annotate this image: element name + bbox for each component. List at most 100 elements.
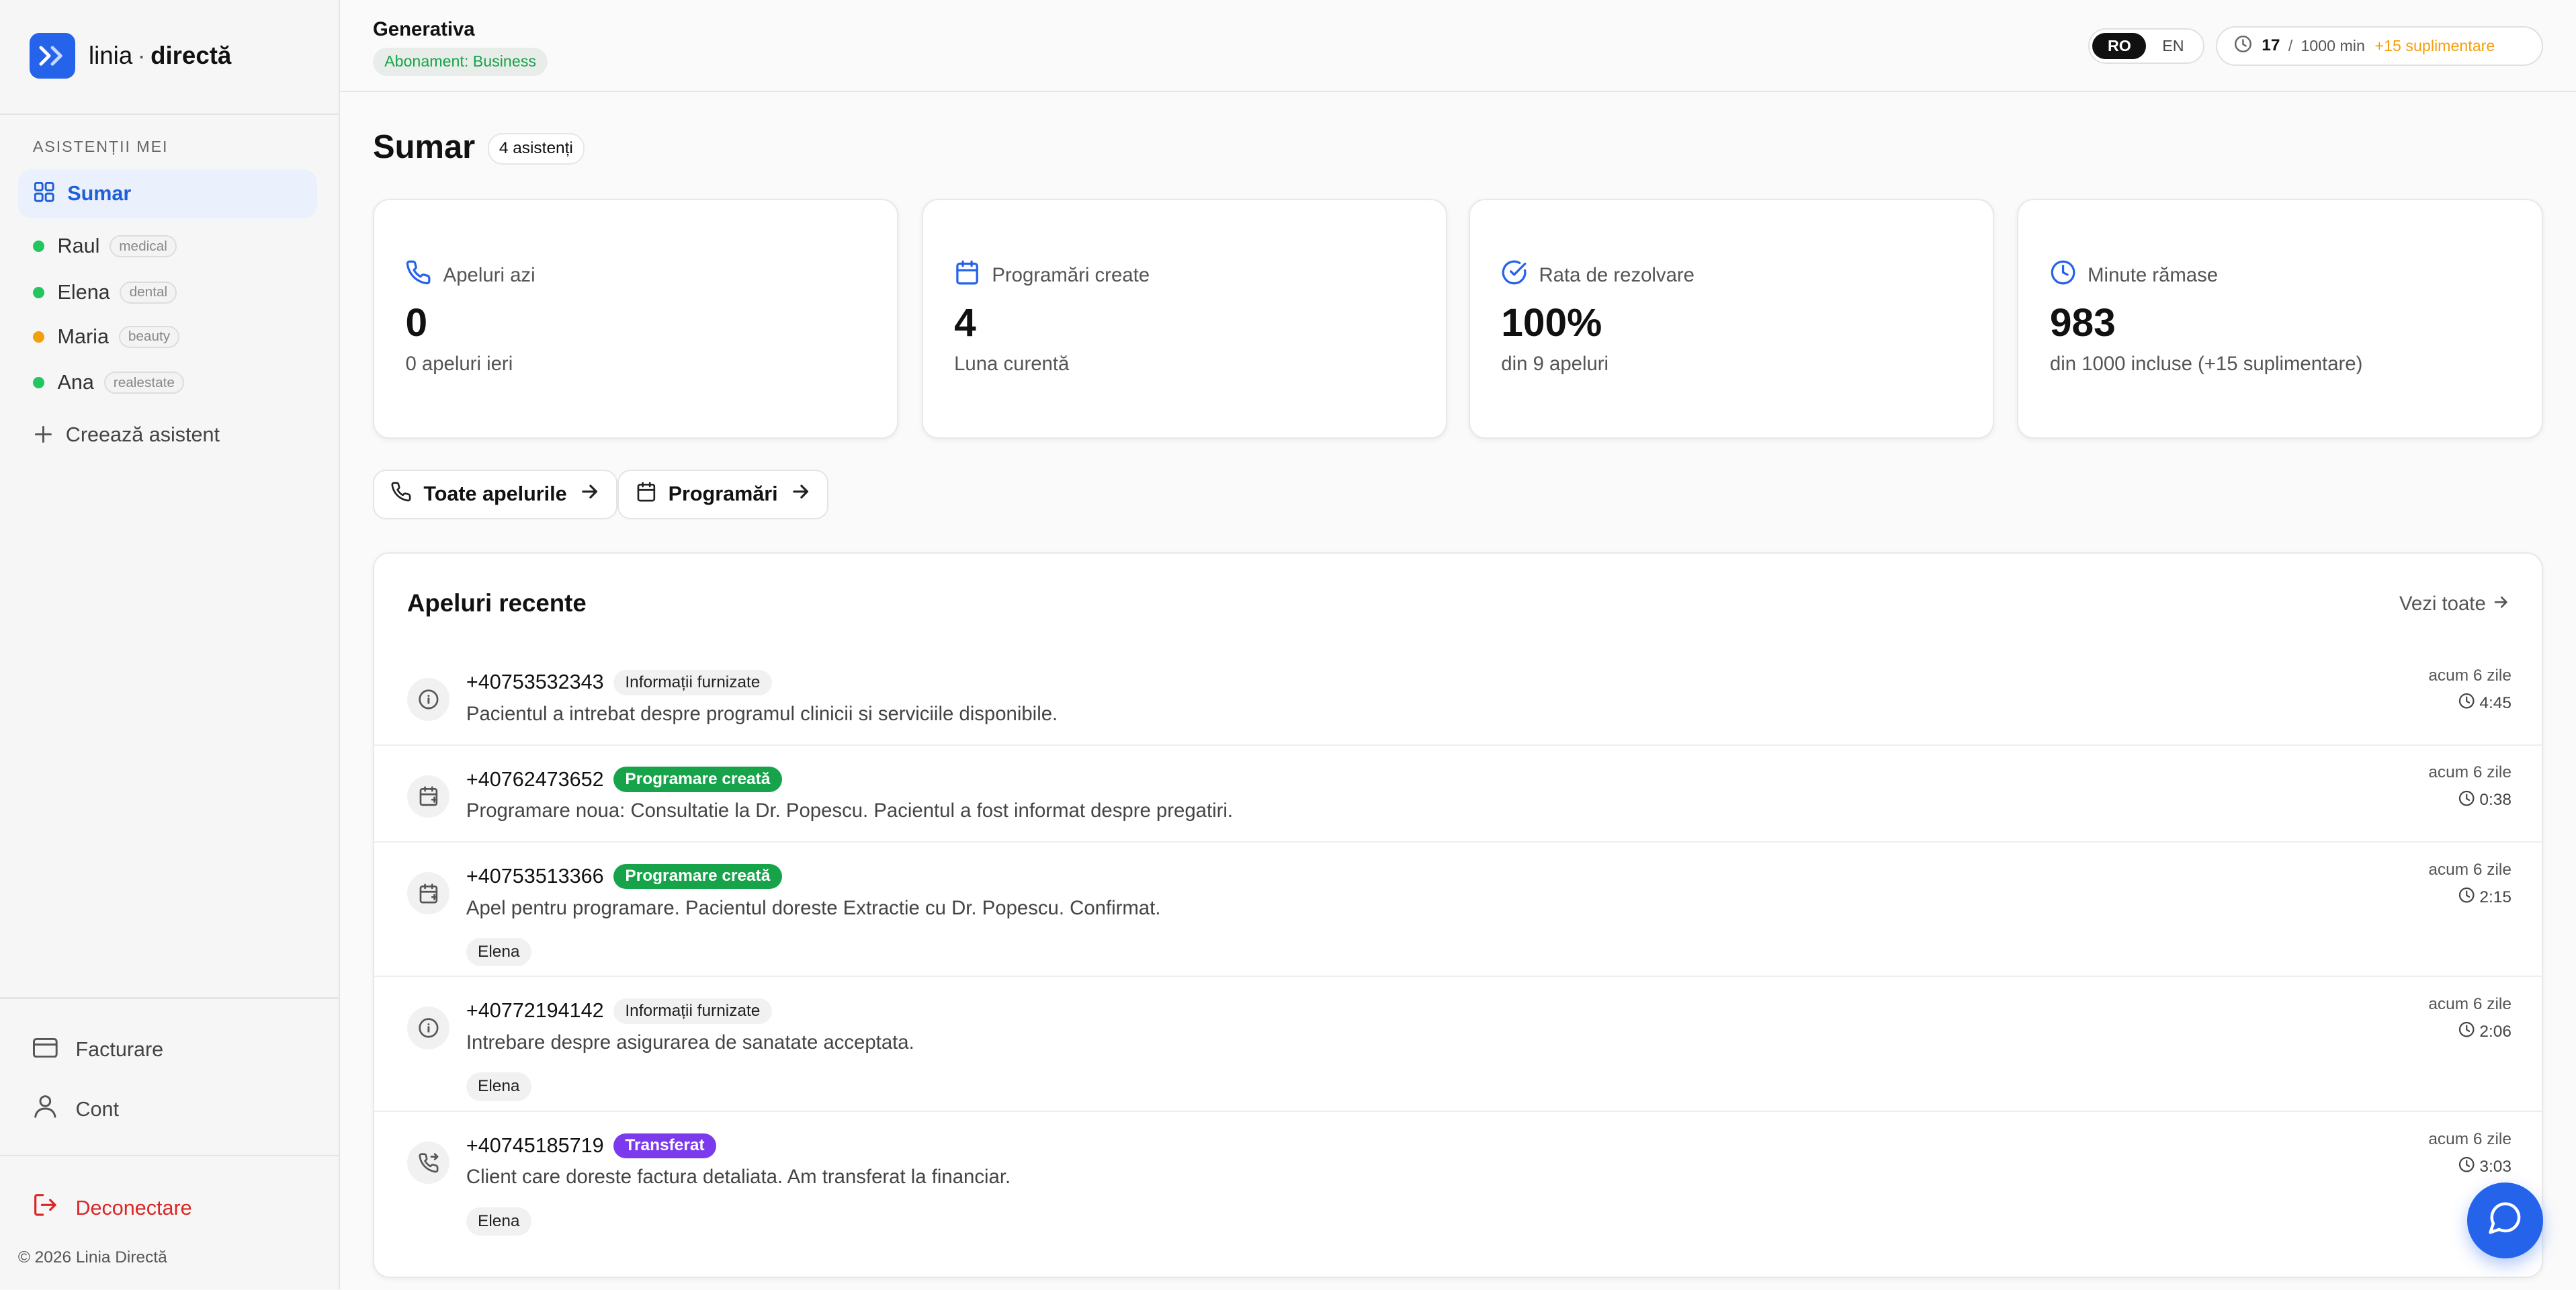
call-phone-number: +40745185719 xyxy=(466,1133,604,1157)
appointments-button[interactable]: Programări xyxy=(617,470,828,519)
billing-label: Facturare xyxy=(75,1037,164,1061)
sidebar-item-raul[interactable]: Raul medical xyxy=(32,233,177,259)
calendar-plus-icon xyxy=(406,775,450,818)
sidebar-item-ana[interactable]: Ana realestate xyxy=(32,370,185,396)
brand[interactable]: linia · directă xyxy=(30,32,231,79)
status-dot xyxy=(32,241,44,253)
call-duration-value: 3:03 xyxy=(2479,1157,2511,1176)
see-all-link[interactable]: Vezi toate xyxy=(2399,593,2509,615)
sidebar-item-sumar[interactable]: Sumar xyxy=(17,169,317,219)
chat-button[interactable] xyxy=(2467,1182,2543,1258)
assistant-tag: medical xyxy=(110,235,177,258)
phone-forward-icon xyxy=(406,1141,450,1185)
call-status-badge: Informații furnizate xyxy=(613,998,772,1024)
sidebar-item-billing[interactable]: Facturare xyxy=(32,1035,164,1064)
sidebar-item-label: Sumar xyxy=(67,182,132,205)
call-row[interactable]: +40762473652 Programare creată Programar… xyxy=(374,755,2542,843)
sidebar-item-maria[interactable]: Maria beauty xyxy=(32,324,180,350)
call-assistant-badge: Elena xyxy=(466,1207,531,1236)
language-toggle: RO EN xyxy=(2088,28,2205,64)
sidebar: linia · directă ASISTENȚII MEI Sumar Raul … xyxy=(0,0,341,1290)
status-dot xyxy=(32,331,44,343)
call-description: Intrebare despre asigurarea de sanatate … xyxy=(466,1031,914,1054)
info-icon xyxy=(406,678,450,721)
stat-subtext: din 9 apeluri xyxy=(1501,353,1609,376)
recent-calls-panel: Apeluri recente Vezi toate +40753532343 … xyxy=(373,552,2543,1279)
calendar-icon xyxy=(636,481,657,508)
stat-label: Minute rămase xyxy=(2088,264,2219,287)
lang-ro-button[interactable]: RO xyxy=(2092,32,2147,59)
clock-icon xyxy=(2050,259,2076,292)
stat-subtext: 0 apeluri ieri xyxy=(405,353,513,376)
call-time: acum 6 zile xyxy=(2428,1129,2511,1148)
minutes-extra: +15 suplimentare xyxy=(2374,36,2495,54)
call-row[interactable]: +40745185719 Transferat Client care dore… xyxy=(374,1121,2542,1246)
arrow-right-icon xyxy=(791,482,810,507)
minutes-usage-pill[interactable]: 17 / 1000 min +15 suplimentare xyxy=(2216,26,2543,66)
call-phone-number: +40762473652 xyxy=(466,767,604,791)
call-status-badge: Programare creată xyxy=(613,863,782,890)
call-description: Client care doreste factura detaliata. A… xyxy=(466,1166,1011,1189)
recent-calls-title: Apeluri recente xyxy=(406,589,587,617)
call-duration: 2:15 xyxy=(2458,887,2511,908)
page-title: Sumar xyxy=(373,128,476,165)
call-phone-number: +40753513366 xyxy=(466,864,604,888)
see-all-label: Vezi toate xyxy=(2399,593,2486,615)
lang-en-button[interactable]: EN xyxy=(2146,33,2200,59)
arrow-right-icon xyxy=(580,482,599,507)
call-description: Apel pentru programare. Pacientul dorest… xyxy=(466,896,1161,919)
call-row[interactable]: +40753513366 Programare creată Apel pent… xyxy=(374,853,2542,978)
stat-label: Apeluri azi xyxy=(443,264,535,287)
calendar-icon xyxy=(954,259,980,292)
call-time: acum 6 zile xyxy=(2428,763,2511,782)
credit-card-icon xyxy=(32,1035,58,1064)
assistant-tag: beauty xyxy=(118,325,180,348)
clock-icon xyxy=(2458,790,2475,811)
sidebar-item-account[interactable]: Cont xyxy=(33,1094,119,1125)
call-duration-value: 4:45 xyxy=(2479,694,2511,713)
minutes-used: 17 xyxy=(2262,36,2280,55)
stat-subtext: din 1000 incluse (+15 suplimentare) xyxy=(2049,353,2363,376)
stat-subtext: Luna curentă xyxy=(954,353,1070,376)
stat-value: 983 xyxy=(2049,300,2116,345)
all-calls-button[interactable]: Toate apelurile xyxy=(373,470,617,519)
assistant-name: Raul xyxy=(57,234,100,258)
stat-card-calls-today: Apeluri azi 0 0 apeluri ieri xyxy=(373,198,899,439)
call-row[interactable]: +40772194142 Informații furnizate Intreb… xyxy=(374,987,2542,1112)
call-time: acum 6 zile xyxy=(2428,860,2511,879)
logout-icon xyxy=(33,1193,58,1224)
arrow-right-icon xyxy=(2493,593,2509,615)
call-row[interactable]: +40753532343 Informații furnizate Pacien… xyxy=(374,658,2542,746)
call-time: acum 6 zile xyxy=(2428,995,2511,1014)
call-duration: 3:03 xyxy=(2458,1156,2511,1177)
assistant-tag: realestate xyxy=(103,372,185,394)
user-icon xyxy=(33,1094,58,1125)
logout-button[interactable]: Deconectare xyxy=(33,1193,192,1224)
chat-bubble-icon xyxy=(2487,1199,2524,1242)
stat-value: 4 xyxy=(954,300,976,345)
create-assistant-button[interactable]: Creează asistent xyxy=(34,421,220,450)
call-phone-number: +40772194142 xyxy=(466,999,604,1023)
stat-card-minutes-left: Minute rămase 983 din 1000 incluse (+15 … xyxy=(2017,198,2543,439)
stat-value: 0 xyxy=(405,300,428,345)
phone-icon xyxy=(390,481,412,508)
assistant-tag: dental xyxy=(120,281,177,304)
minutes-total: 1000 min xyxy=(2301,36,2365,54)
sidebar-item-elena[interactable]: Elena dental xyxy=(32,280,177,306)
status-dot xyxy=(32,286,44,298)
call-assistant-badge: Elena xyxy=(466,937,531,967)
subscription-badge: Abonament: Business xyxy=(373,47,548,76)
stat-label: Programări create xyxy=(992,264,1150,287)
minutes-separator: / xyxy=(2288,36,2293,54)
call-assistant-badge: Elena xyxy=(466,1072,531,1101)
call-duration-value: 2:15 xyxy=(2479,888,2511,906)
clock-icon xyxy=(2458,1021,2475,1042)
assistant-name: Elena xyxy=(57,280,110,304)
clock-icon xyxy=(2458,887,2475,908)
call-time: acum 6 zile xyxy=(2428,666,2511,685)
stat-card-resolution-rate: Rata de rezolvare 100% din 9 apeluri xyxy=(1468,198,1995,439)
assistant-name: Ana xyxy=(57,371,94,394)
sidebar-divider xyxy=(0,1154,339,1157)
assistant-name: Maria xyxy=(57,325,109,348)
call-phone-number: +40753532343 xyxy=(466,671,604,694)
